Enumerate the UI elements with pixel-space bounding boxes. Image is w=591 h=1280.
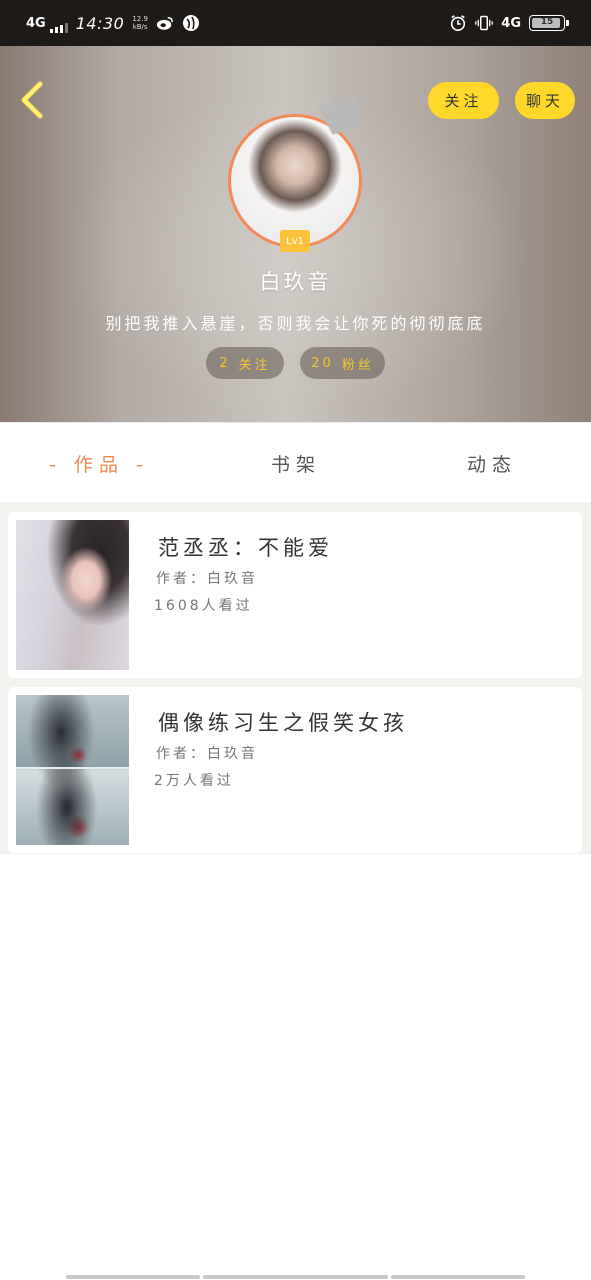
battery-level: 15	[540, 17, 554, 27]
browser-icon	[182, 14, 200, 32]
profile-header: 关注 聊天 Lv1 白玖音 别把我推入悬崖，否则我会让你死的彻彻底底 2 关注 …	[0, 46, 591, 422]
fans-label: 粉丝	[341, 357, 374, 373]
status-bar: 4G 14:30 12.9 kB/s 4G 15	[0, 0, 591, 46]
book-title: 范丞丞：不能爱	[158, 536, 333, 560]
alarm-icon	[449, 14, 467, 32]
book-card[interactable]: 偶像练习生之假笑女孩 作者：白玖音 2万人看过	[8, 687, 582, 853]
mobile-network: 4G	[501, 15, 521, 31]
speed-unit: kB/s	[132, 23, 148, 31]
book-card[interactable]: 范丞丞：不能爱 作者：白玖音 1608人看过	[8, 512, 582, 678]
status-bar-right: 4G 15	[449, 11, 569, 35]
book-cover[interactable]	[16, 695, 129, 845]
battery-icon: 15	[529, 15, 569, 31]
following-count: 2	[219, 355, 231, 371]
signal-icon	[49, 23, 68, 33]
book-views: 1608人看过	[154, 598, 253, 614]
profile-tabs: - 作品 - 书架 动态	[0, 422, 591, 503]
network-speed: 12.9 kB/s	[132, 15, 148, 31]
book-title: 偶像练习生之假笑女孩	[158, 711, 408, 735]
speed-value: 12.9	[132, 15, 148, 23]
signature: 别把我推入悬崖，否则我会让你死的彻彻底底	[105, 314, 486, 333]
book-views: 2万人看过	[154, 773, 234, 789]
fans-count: 20	[311, 355, 334, 371]
cover-divider	[16, 767, 129, 769]
level-badge: Lv1	[280, 230, 310, 252]
username: 白玖音	[259, 270, 332, 294]
following-stat[interactable]: 2 关注	[206, 347, 284, 379]
book-author: 作者：白玖音	[156, 571, 258, 587]
following-label: 关注	[238, 357, 271, 373]
gesture-navigation-bar[interactable]	[66, 1275, 525, 1280]
works-list: 范丞丞：不能爱 作者：白玖音 1608人看过 偶像练习生之假笑女孩 作者：白玖音…	[0, 502, 591, 854]
tab-bookshelf[interactable]: 书架	[228, 423, 364, 503]
tab-works[interactable]: - 作品 -	[30, 423, 168, 503]
vibrate-icon	[475, 14, 494, 32]
back-button[interactable]	[14, 78, 50, 122]
tab-dynamics[interactable]: 动态	[424, 423, 560, 503]
back-arrow-icon	[21, 81, 43, 119]
chat-button[interactable]: 聊天	[515, 82, 575, 119]
follow-button[interactable]: 关注	[428, 82, 499, 119]
book-author: 作者：白玖音	[156, 746, 258, 762]
network-type: 4G	[26, 15, 46, 31]
weibo-icon	[156, 14, 174, 32]
crown-icon	[314, 86, 385, 152]
book-cover[interactable]	[16, 520, 129, 670]
clock: 14:30	[75, 13, 125, 33]
status-bar-left: 4G 14:30 12.9 kB/s	[26, 10, 200, 36]
fans-stat[interactable]: 20 粉丝	[300, 347, 385, 379]
